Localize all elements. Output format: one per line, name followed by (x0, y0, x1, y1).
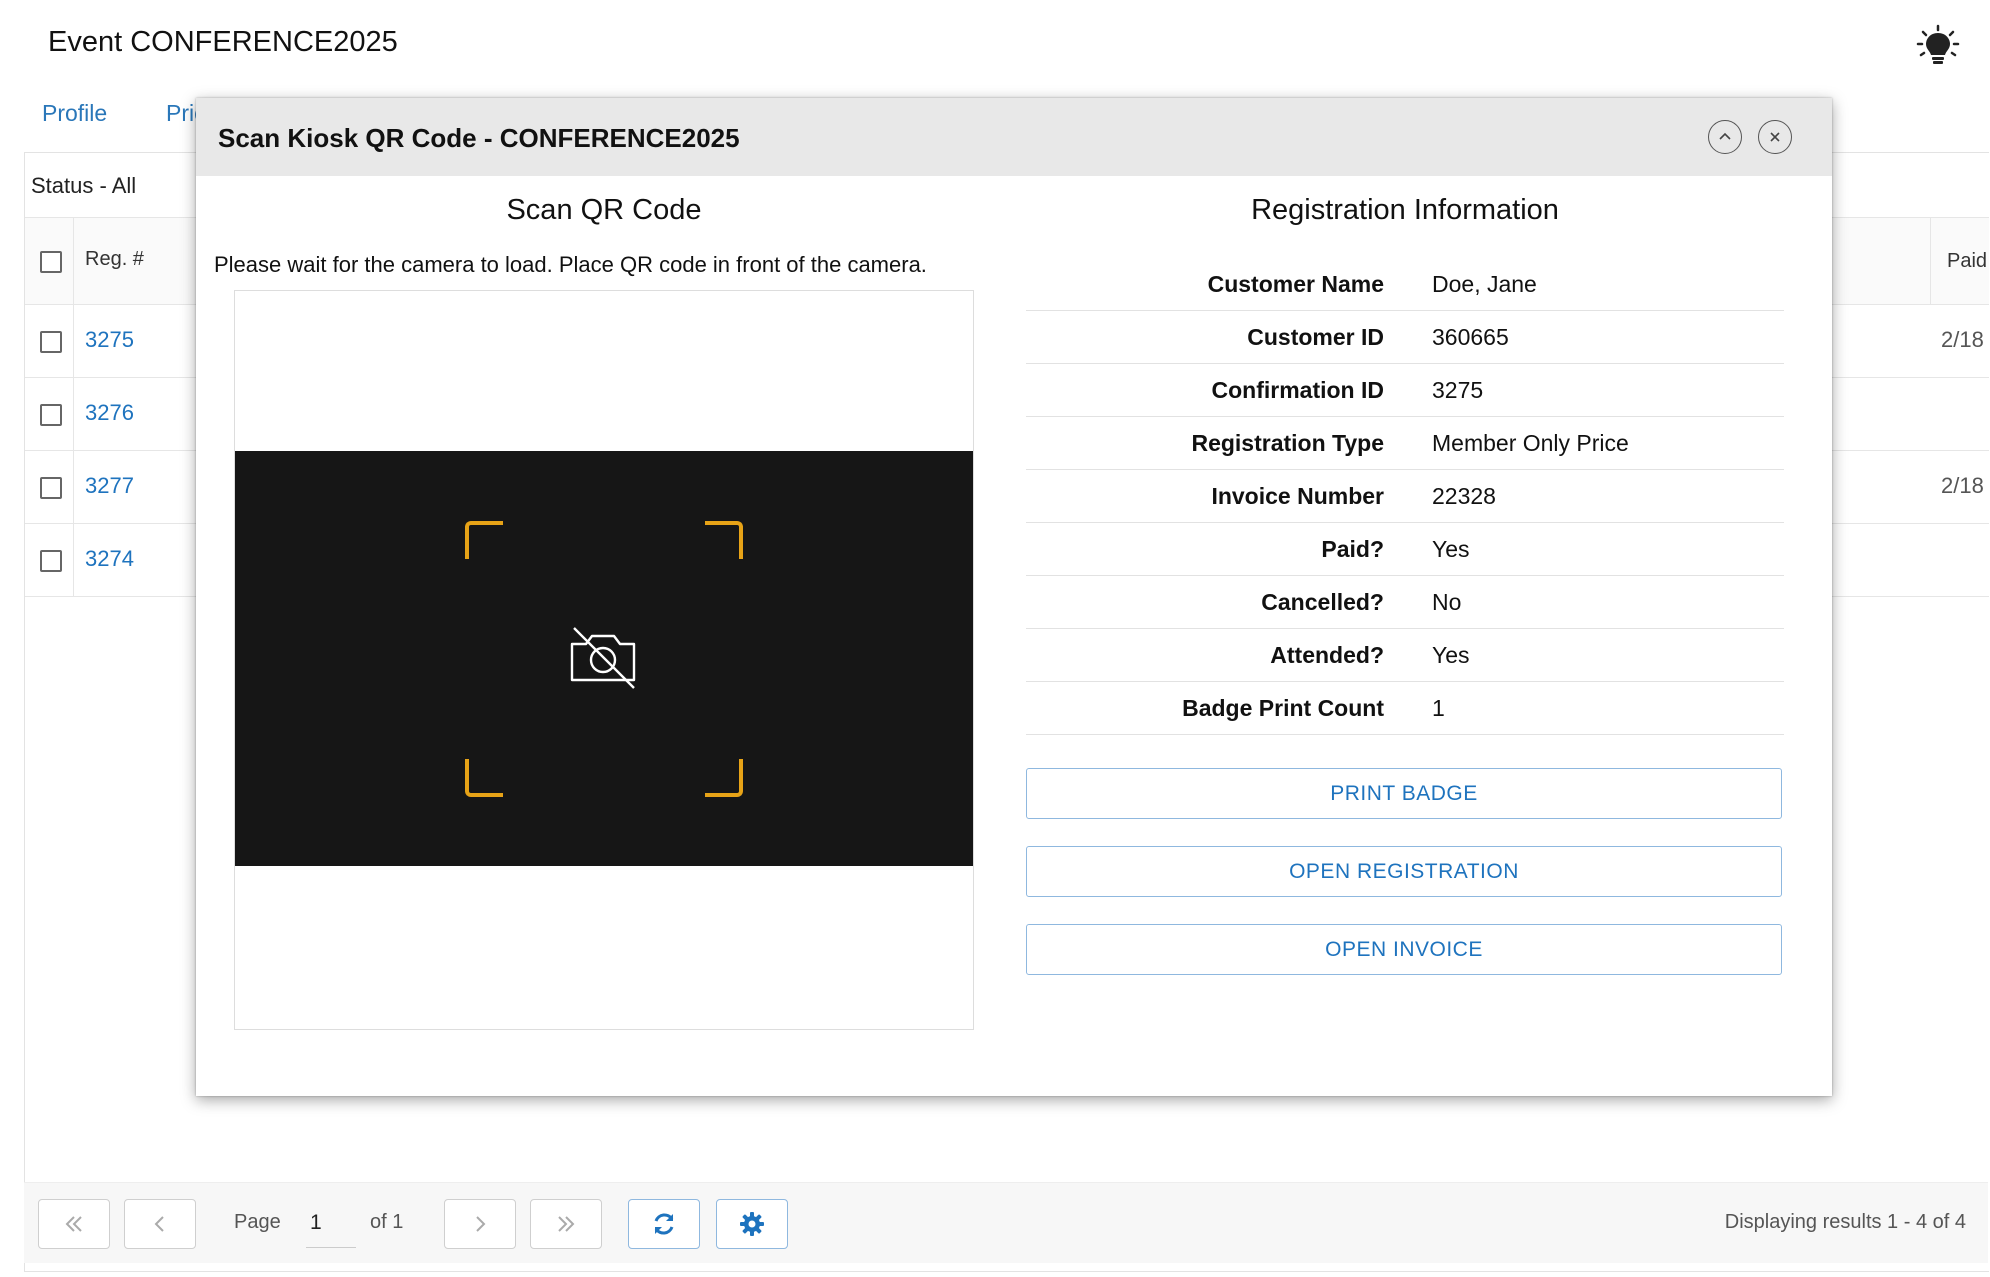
previous-page-button[interactable] (124, 1199, 196, 1249)
info-value: Yes (1432, 642, 1470, 668)
info-row: Badge Print Count 1 (1026, 682, 1784, 735)
pager: Page of 1 (24, 1182, 1988, 1263)
reg-number-link[interactable]: 3274 (85, 546, 134, 572)
last-page-button[interactable] (530, 1199, 602, 1249)
row-checkbox[interactable] (40, 331, 62, 353)
open-registration-button[interactable]: OPEN REGISTRATION (1026, 846, 1782, 897)
registration-info-heading: Registration Information (1251, 194, 1559, 226)
page-label: Page (234, 1211, 281, 1233)
next-page-button[interactable] (444, 1199, 516, 1249)
print-badge-button[interactable]: PRINT BADGE (1026, 768, 1782, 819)
page-title: Event CONFERENCE2025 (48, 26, 398, 58)
info-label: Customer ID (1247, 324, 1384, 350)
info-label: Badge Print Count (1182, 695, 1384, 721)
info-value: 1 (1432, 695, 1445, 721)
scan-instruction: Please wait for the camera to load. Plac… (214, 252, 927, 277)
paid-column-header[interactable]: Paid (1930, 218, 1989, 304)
gear-icon (740, 1212, 764, 1236)
refresh-icon (654, 1213, 674, 1235)
collapse-button[interactable] (1708, 120, 1742, 154)
info-value: Doe, Jane (1432, 271, 1537, 297)
column-divider (73, 305, 74, 377)
chevron-right-icon (476, 1216, 486, 1232)
scan-qr-heading: Scan QR Code (506, 194, 702, 226)
scan-frame-corner (465, 521, 503, 559)
modal-header[interactable]: Scan Kiosk QR Code - CONFERENCE2025 (196, 98, 1832, 176)
scan-frame-corner (705, 521, 743, 559)
page-count-label: of 1 (370, 1211, 404, 1233)
modal-title: Scan Kiosk QR Code - CONFERENCE2025 (218, 123, 740, 153)
info-row: Customer Name Doe, Jane (1026, 258, 1784, 311)
settings-button[interactable] (716, 1199, 788, 1249)
scan-frame-corner (705, 759, 743, 797)
reg-number-link[interactable]: 3276 (85, 400, 134, 426)
reg-number-link[interactable]: 3275 (85, 327, 134, 353)
info-label: Attended? (1270, 642, 1384, 668)
close-icon (1770, 132, 1780, 142)
info-value: 22328 (1432, 483, 1496, 509)
row-checkbox[interactable] (40, 477, 62, 499)
scan-kiosk-modal: Scan Kiosk QR Code - CONFERENCE2025 Scan… (196, 98, 1832, 1096)
registration-info-table: Customer Name Doe, Jane Customer ID 3606… (1026, 258, 1784, 735)
chevron-left-icon (154, 1216, 164, 1232)
camera-off-icon (570, 627, 636, 689)
paid-date: 2/18 (1941, 473, 1984, 498)
info-label: Registration Type (1191, 430, 1384, 456)
info-row: Invoice Number 22328 (1026, 470, 1784, 523)
info-value: Member Only Price (1432, 430, 1629, 456)
column-divider (73, 451, 74, 523)
info-row: Confirmation ID 3275 (1026, 364, 1784, 417)
refresh-button[interactable] (628, 1199, 700, 1249)
column-divider (73, 218, 74, 304)
open-invoice-button[interactable]: OPEN INVOICE (1026, 924, 1782, 975)
camera-viewport[interactable] (235, 451, 973, 866)
info-label: Paid? (1321, 536, 1384, 562)
scan-frame-corner (465, 759, 503, 797)
select-all-checkbox[interactable] (40, 251, 62, 273)
info-row: Paid? Yes (1026, 523, 1784, 576)
reg-number-column-header[interactable]: Reg. # (85, 248, 144, 271)
reg-number-link[interactable]: 3277 (85, 473, 134, 499)
double-chevron-left-icon (65, 1216, 82, 1232)
info-label: Cancelled? (1261, 589, 1384, 615)
tab-profile[interactable]: Profile (42, 100, 107, 127)
chevron-up-icon (1719, 132, 1731, 140)
row-checkbox[interactable] (40, 550, 62, 572)
info-value: 360665 (1432, 324, 1509, 350)
page-number-input[interactable] (306, 1199, 356, 1248)
column-divider (73, 524, 74, 596)
info-value: 3275 (1432, 377, 1484, 403)
double-chevron-right-icon (558, 1216, 575, 1232)
column-divider (73, 378, 74, 450)
info-label: Confirmation ID (1211, 377, 1385, 403)
status-filter[interactable]: Status - All (31, 173, 136, 199)
info-row: Cancelled? No (1026, 576, 1784, 629)
first-page-button[interactable] (38, 1199, 110, 1249)
info-label: Customer Name (1207, 271, 1384, 297)
results-summary: Displaying results 1 - 4 of 4 (1724, 1211, 1966, 1233)
info-value: Yes (1432, 536, 1470, 562)
info-row: Attended? Yes (1026, 629, 1784, 682)
info-row: Customer ID 360665 (1026, 311, 1784, 364)
info-row: Registration Type Member Only Price (1026, 417, 1784, 470)
info-label: Invoice Number (1211, 483, 1384, 509)
close-button[interactable] (1758, 120, 1792, 154)
qr-scanner-panel (234, 290, 974, 1030)
row-checkbox[interactable] (40, 404, 62, 426)
info-value: No (1432, 589, 1462, 615)
paid-date: 2/18 (1941, 327, 1984, 352)
lightbulb-icon[interactable] (1916, 24, 1960, 68)
